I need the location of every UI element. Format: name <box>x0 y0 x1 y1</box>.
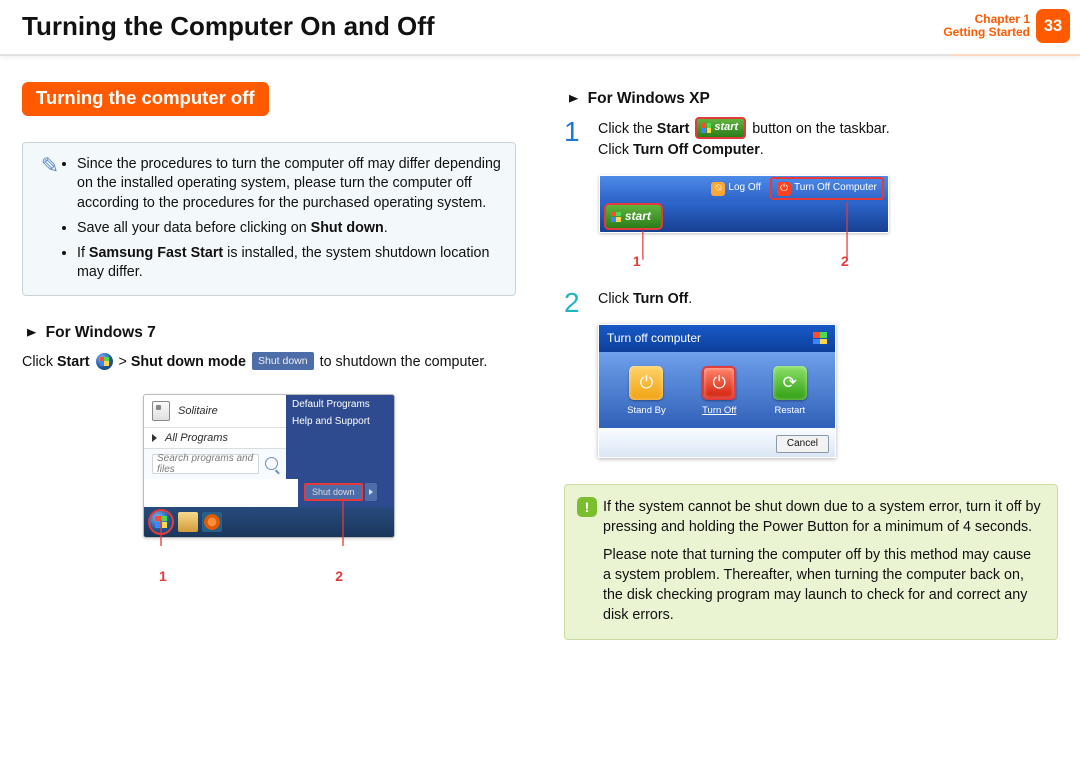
win7-instruction: Click Start > Shut down mode Shut down t… <box>22 352 516 372</box>
standby-icon: ⏻ <box>629 366 663 400</box>
callout-number: 1 <box>159 568 167 584</box>
triangle-icon: ► <box>566 91 581 106</box>
xp-start-button-inline: start <box>695 117 746 139</box>
dialog-title: Turn off computer <box>607 330 701 347</box>
turnoff-computer-button[interactable]: Turn Off Computer <box>770 177 884 200</box>
step-number: 1 <box>564 118 598 271</box>
os-heading-text: For Windows 7 <box>46 324 156 341</box>
warning-box: ! If the system cannot be shut down due … <box>564 484 1058 640</box>
chapter-name: Getting Started <box>943 26 1030 39</box>
section-heading: Turning the computer off <box>22 82 269 116</box>
restart-icon: ⟳ <box>773 366 807 400</box>
xp-start-button[interactable]: start <box>604 203 663 230</box>
shutdown-button-inline: Shut down <box>252 352 314 371</box>
warning-paragraph: If the system cannot be shut down due to… <box>603 497 1043 537</box>
xp-turnoff-dialog: Turn off computer ⏻ Stand By ⏻ Turn Off <box>598 324 836 459</box>
callout-number: 2 <box>841 251 849 271</box>
info-note-box: ✎ Since the procedures to turn the compu… <box>22 142 516 296</box>
info-item: If Samsung Fast Start is installed, the … <box>77 244 501 283</box>
os-heading-text: For Windows XP <box>588 90 710 107</box>
triangle-icon: ► <box>24 325 39 340</box>
logoff-icon <box>711 182 725 196</box>
logoff-button[interactable]: Log Off <box>706 179 766 198</box>
win7-start-menu-figure: Solitaire All Programs Search programs a… <box>143 394 395 584</box>
page-header: Turning the Computer On and Off Chapter … <box>0 0 1080 52</box>
restart-button[interactable]: ⟳ Restart <box>773 366 807 418</box>
os-heading-winxp: ► For Windows XP <box>566 90 1058 108</box>
turnoff-icon: ⏻ <box>702 366 736 400</box>
os-heading-win7: ► For Windows 7 <box>24 324 516 342</box>
step-number: 2 <box>564 289 598 458</box>
standby-button[interactable]: ⏻ Stand By <box>627 366 666 418</box>
info-item: Since the procedures to turn the compute… <box>77 155 501 213</box>
windows-flag-icon <box>813 332 827 344</box>
start-orb-icon <box>96 353 113 370</box>
callout-number: 1 <box>633 251 641 271</box>
warning-icon: ! <box>577 497 597 517</box>
cancel-button[interactable]: Cancel <box>776 435 829 454</box>
info-item: Save all your data before clicking on Sh… <box>77 219 501 238</box>
page-number-badge: 33 <box>1036 9 1070 43</box>
xp-taskbar-figure: Log Off Turn Off Computer st <box>599 175 889 271</box>
step-1: 1 Click the Start start button on the ta… <box>564 118 1058 271</box>
header-divider <box>0 54 1080 56</box>
page-title: Turning the Computer On and Off <box>22 11 943 42</box>
step-2: 2 Click Turn Off. Turn off computer ⏻ St… <box>564 289 1058 458</box>
power-icon <box>777 182 791 196</box>
warning-paragraph: Please note that turning the computer of… <box>603 545 1043 625</box>
chapter-block: Chapter 1 Getting Started 33 <box>943 9 1080 43</box>
callout-number: 2 <box>335 568 343 584</box>
turnoff-button[interactable]: ⏻ Turn Off <box>702 366 736 418</box>
note-icon: ✎ <box>37 155 63 283</box>
